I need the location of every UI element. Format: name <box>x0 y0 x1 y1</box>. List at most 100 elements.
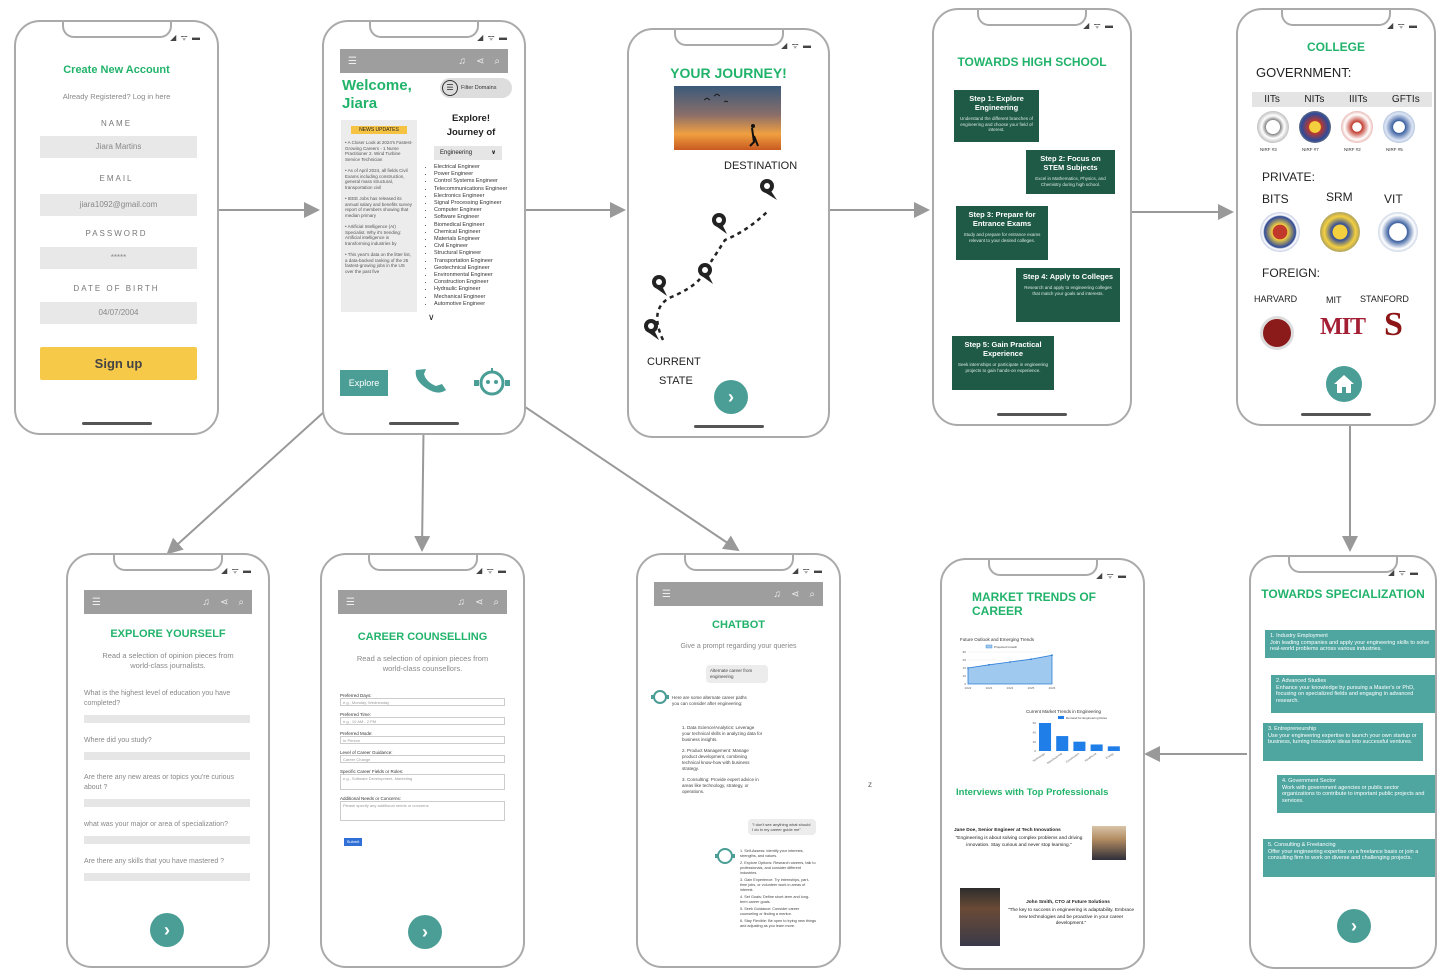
engineering-item[interactable]: Software Engineer <box>434 214 524 221</box>
bell-icon[interactable]: ♫ <box>774 589 782 600</box>
step-5[interactable]: Step 5: Gain Practical Experience Seek in… <box>952 336 1054 390</box>
engineering-item[interactable]: Electrical Engineer <box>434 164 524 171</box>
share-icon[interactable]: ⋖ <box>476 56 484 67</box>
spec-item-1[interactable]: 1. Industry Employment Join leading compa… <box>1265 630 1435 658</box>
search-icon[interactable]: ⌕ <box>493 597 499 608</box>
foreign-stanford[interactable]: STANFORD <box>1360 294 1409 304</box>
spec-item-2[interactable]: 2. Advanced Studies Enhance your knowledg… <box>1271 675 1435 713</box>
engineering-item[interactable]: Computer Engineer <box>434 207 524 214</box>
search-icon[interactable]: ⌕ <box>238 597 244 608</box>
tab-gftis[interactable]: GFTIs <box>1392 94 1420 105</box>
form-input[interactable]: Career Change <box>340 755 505 763</box>
form-input[interactable]: In Person <box>340 736 505 744</box>
harvard-logo[interactable] <box>1260 316 1294 350</box>
tab-nits[interactable]: NITs <box>1304 94 1324 105</box>
engineering-item[interactable]: Automotive Engineer <box>434 301 524 308</box>
news-item[interactable]: • This year's data on the litter list, a… <box>345 252 413 274</box>
more-chevron-icon[interactable]: ∨ <box>428 312 435 323</box>
home-button[interactable] <box>1326 366 1362 402</box>
email-field[interactable]: jiara1092@gmail.com <box>40 194 197 216</box>
bell-icon[interactable]: ♫ <box>459 56 467 67</box>
stanford-logo[interactable]: S <box>1384 306 1403 344</box>
answer-field[interactable] <box>84 836 250 844</box>
spec-item-3[interactable]: 3. Entrepreneurship Use your engineering … <box>1263 723 1423 761</box>
engineering-item[interactable]: Signal Processing Engineer <box>434 200 524 207</box>
engineering-item[interactable]: Chemical Engineer <box>434 229 524 236</box>
form-input[interactable]: Please specify any additional needs or c… <box>340 801 505 821</box>
spec-item-5[interactable]: 5. Consulting & Freelancing Offer your en… <box>1263 839 1435 877</box>
phone-icon[interactable] <box>412 366 452 396</box>
name-field[interactable]: Jiara Martins <box>40 136 197 158</box>
share-icon[interactable]: ⋖ <box>220 597 228 608</box>
foreign-harvard[interactable]: HARVARD <box>1254 294 1297 304</box>
menu-icon[interactable]: ☰ <box>662 589 774 600</box>
form-input[interactable]: e.g., 10 AM - 2 PM <box>340 717 505 725</box>
next-button[interactable]: › <box>150 913 184 947</box>
login-link[interactable]: Already Registered? Log in here <box>16 92 217 101</box>
engineering-item[interactable]: Transportation Engineer <box>434 258 524 265</box>
engineering-item[interactable]: Materials Engineer <box>434 236 524 243</box>
engineering-item[interactable]: Construction Engineer <box>434 279 524 286</box>
engineering-item[interactable]: Hydraulic Engineer <box>434 286 524 293</box>
bell-icon[interactable]: ♫ <box>458 597 466 608</box>
engineering-item[interactable]: Telecommunications Engineer <box>434 186 524 193</box>
answer-field[interactable] <box>84 799 250 807</box>
share-icon[interactable]: ⋖ <box>791 589 799 600</box>
chatbot-icon[interactable] <box>472 367 512 397</box>
step-1[interactable]: Step 1: Explore Engineering Understand th… <box>954 90 1039 142</box>
engineering-item[interactable]: Geotechnical Engineer <box>434 265 524 272</box>
iiit-logo[interactable] <box>1341 111 1373 143</box>
srm-logo[interactable] <box>1320 212 1360 252</box>
tab-iiits[interactable]: IIITs <box>1349 94 1367 105</box>
menu-icon[interactable]: ☰ <box>92 597 203 608</box>
submit-button[interactable]: Submit <box>344 838 362 846</box>
search-icon[interactable]: ⌕ <box>494 56 500 67</box>
private-srm[interactable]: SRM <box>1326 190 1353 204</box>
next-button[interactable]: › <box>408 915 442 949</box>
engineering-item[interactable]: Environmental Engineer <box>434 272 524 279</box>
spec-item-4[interactable]: 4. Government Sector Work with government… <box>1277 775 1435 813</box>
tab-iits[interactable]: IITs <box>1264 94 1280 105</box>
news-item[interactable]: • A Closer Look at 2024's Fastest-Growin… <box>345 140 413 162</box>
answer-field[interactable] <box>84 752 250 760</box>
password-field[interactable]: ***** <box>40 247 197 269</box>
answer-field[interactable] <box>84 873 250 881</box>
engineering-item[interactable]: Power Engineer <box>434 171 524 178</box>
bits-logo[interactable] <box>1260 212 1300 252</box>
share-icon[interactable]: ⋖ <box>475 597 483 608</box>
news-item[interactable]: • As of April 2024, all fields Civil Exa… <box>345 168 413 190</box>
engineering-item[interactable]: Biomedical Engineer <box>434 222 524 229</box>
engineering-item[interactable]: Electronics Engineer <box>434 193 524 200</box>
bell-icon[interactable]: ♫ <box>203 597 211 608</box>
iit-logo[interactable] <box>1257 111 1289 143</box>
step-4[interactable]: Step 4: Apply to Colleges Research and ap… <box>1016 268 1120 322</box>
domain-dropdown[interactable]: Engineering ∨ <box>434 146 502 160</box>
private-bits[interactable]: BITS <box>1262 192 1289 206</box>
answer-field[interactable] <box>84 715 250 723</box>
menu-icon[interactable]: ☰ <box>348 56 459 67</box>
next-button[interactable]: › <box>1337 909 1371 943</box>
dob-field[interactable]: 04/07/2004 <box>40 302 197 324</box>
news-item[interactable]: • IEEE Jobs has released its annual sala… <box>345 196 413 218</box>
engineering-item[interactable]: Control Systems Engineer <box>434 178 524 185</box>
next-button[interactable]: › <box>714 380 748 414</box>
explore-button[interactable]: Explore <box>340 370 388 396</box>
engineering-item[interactable]: Structural Engineer <box>434 250 524 257</box>
menu-icon[interactable]: ☰ <box>346 597 458 608</box>
nit-logo[interactable] <box>1299 111 1331 143</box>
step-3[interactable]: Step 3: Prepare for Entrance Exams Study … <box>956 206 1048 260</box>
engineering-item[interactable]: Mechanical Engineer <box>434 294 524 301</box>
form-input[interactable]: e.g., Monday, Wednesday <box>340 698 505 706</box>
search-icon[interactable]: ⌕ <box>809 589 815 600</box>
filter-domains-button[interactable]: ☰ Filter Domains <box>440 78 512 98</box>
foreign-mit[interactable]: MIT <box>1326 295 1342 305</box>
private-vit[interactable]: VIT <box>1384 192 1403 206</box>
step-2[interactable]: Step 2: Focus on STEM Subjects Excel in M… <box>1026 150 1115 194</box>
form-input[interactable]: e.g., Software Development, Marketing <box>340 774 505 790</box>
signup-button[interactable]: Sign up <box>40 347 197 380</box>
news-item[interactable]: • Artificial Intelligence (AI) Specialis… <box>345 224 413 246</box>
mit-logo[interactable]: MIT <box>1320 314 1366 341</box>
gfti-logo[interactable] <box>1383 111 1415 143</box>
vit-logo[interactable] <box>1378 212 1418 252</box>
engineering-item[interactable]: Civil Engineer <box>434 243 524 250</box>
